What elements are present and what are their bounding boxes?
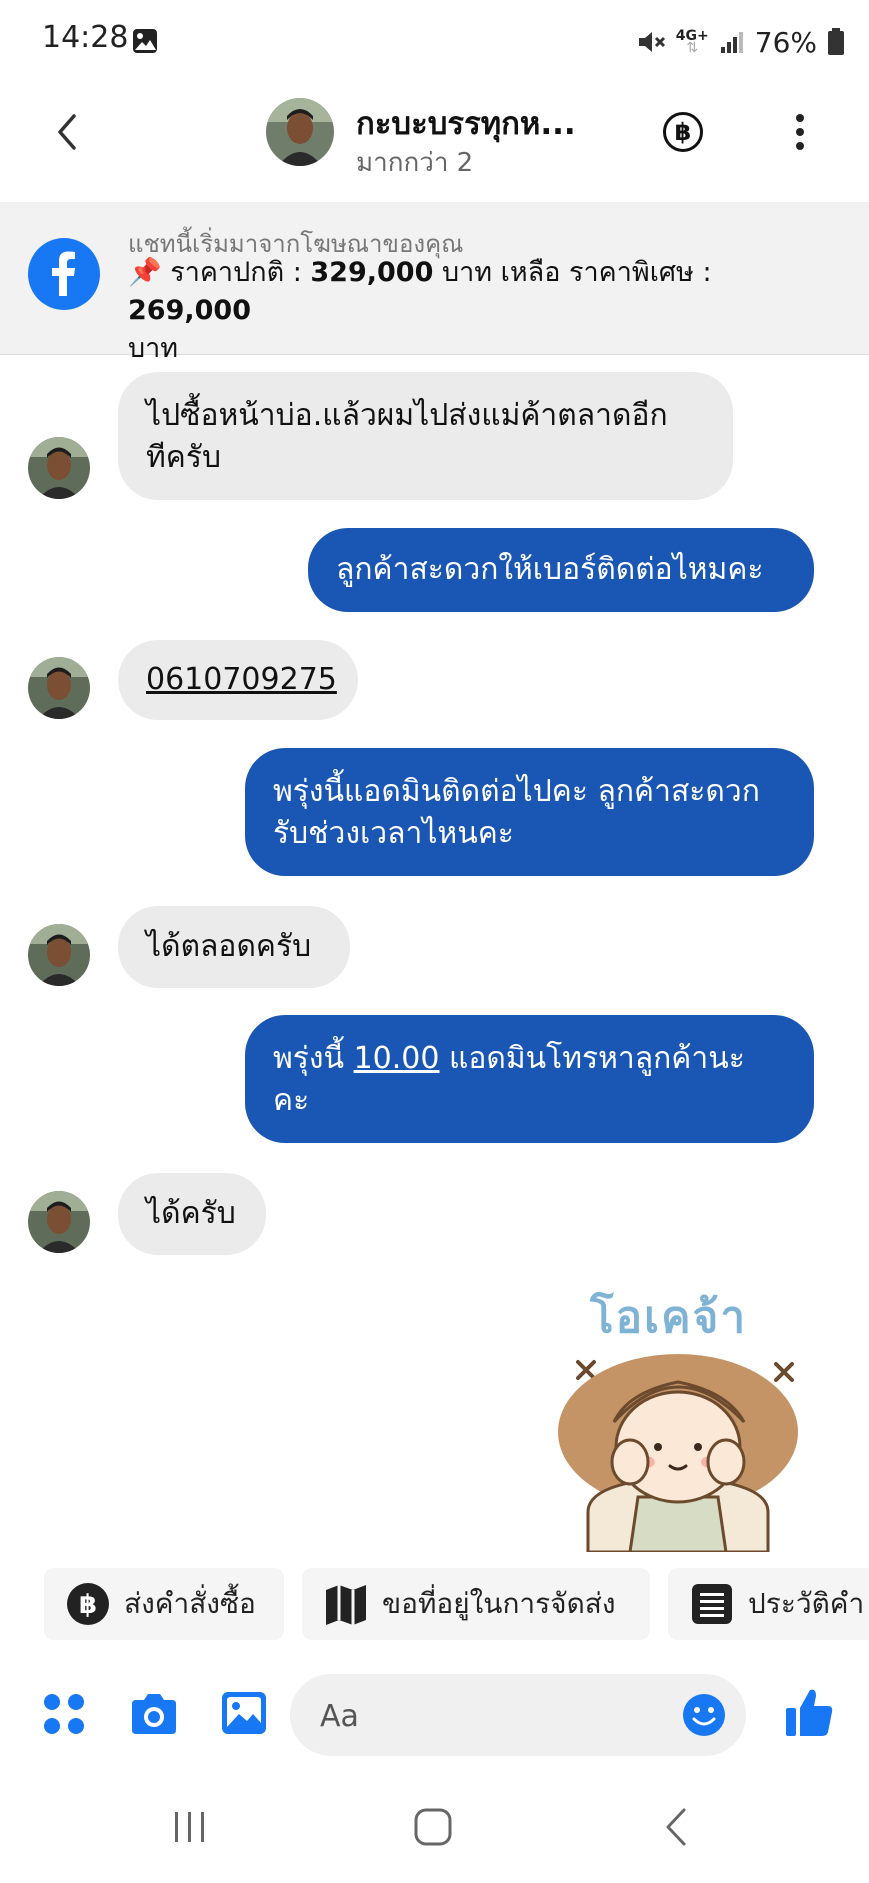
network-indicator: 4G+ ⇅ — [676, 29, 709, 56]
phone-link[interactable]: 0610709275 — [146, 662, 337, 697]
baht-circle-icon: ฿ — [67, 1583, 109, 1625]
message-text: คะ — [273, 1083, 310, 1118]
svg-text:฿: ฿ — [79, 1590, 97, 1620]
ad-text: 📌 ราคาปกติ : 329,000 บาท เหลือ ราคาพิเศษ… — [128, 254, 828, 368]
nav-back-icon[interactable] — [660, 1806, 692, 1848]
ad-text-part2: บาท เหลือ ราคาพิเศษ : — [433, 257, 712, 288]
message-text: รับช่วงเวลาไหนคะ — [273, 816, 514, 851]
message-text: ทีครับ — [146, 440, 221, 475]
recent-apps-icon[interactable] — [170, 1808, 210, 1846]
camera-icon[interactable] — [128, 1690, 180, 1738]
battery-icon — [828, 28, 844, 55]
facebook-icon — [28, 238, 100, 310]
chat-title[interactable]: กะบะบรรทุกห... — [356, 98, 576, 148]
back-icon[interactable] — [50, 110, 84, 154]
quick-reply-send-order[interactable]: ฿ ส่งคำสั่งซื้อ — [44, 1568, 284, 1640]
list-icon — [692, 1584, 732, 1624]
data-arrows-icon: ⇅ — [686, 40, 699, 56]
message-outgoing[interactable]: พรุ่งนี้ 10.00 แอดมินโทรหาลูกค้านะ คะ — [245, 1015, 814, 1143]
message-composer[interactable] — [290, 1674, 746, 1758]
message-text: ได้ครับ — [146, 1196, 236, 1231]
pin-icon: 📌 — [128, 257, 162, 288]
message-text: แอดมินโทรหาลูกค้านะ — [439, 1041, 745, 1076]
battery-percent: 76% — [754, 25, 817, 59]
sticker-message[interactable]: โอเคจ้า — [548, 1282, 808, 1552]
signal-icon — [720, 32, 743, 53]
message-text: พรุ่งนี้แอดมินติดต่อไปคะ ลูกค้าสะดวก — [273, 774, 760, 809]
quick-reply-label: ประวัติคำ — [748, 1587, 865, 1620]
apps-icon[interactable] — [40, 1690, 88, 1738]
status-indicators: 4G+ ⇅ 76% — [636, 20, 845, 64]
price-normal: 329,000 — [310, 257, 434, 288]
contact-avatar[interactable] — [266, 98, 334, 166]
gallery-notification-icon — [133, 29, 157, 53]
message-text: พรุ่งนี้ — [273, 1041, 354, 1076]
ad-text-part1: ราคาปกติ : — [161, 257, 311, 288]
sticker-girl-icon — [558, 1354, 798, 1552]
ad-origin-banner[interactable]: แชทนี้เริ่มมาจากโฆษณาของคุณ 📌 ราคาปกติ :… — [0, 202, 869, 364]
message-outgoing[interactable]: พรุ่งนี้แอดมินติดต่อไปคะ ลูกค้าสะดวก รับ… — [245, 748, 814, 876]
gallery-icon[interactable] — [220, 1690, 268, 1736]
home-icon[interactable] — [412, 1806, 454, 1848]
message-incoming[interactable]: 0610709275 — [118, 640, 358, 720]
message-incoming[interactable]: ได้ครับ — [118, 1173, 266, 1255]
quick-reply-label: ส่งคำสั่งซื้อ — [124, 1587, 256, 1620]
status-time: 14:28 — [42, 20, 129, 55]
message-outgoing[interactable]: ลูกค้าสะดวกให้เบอร์ติดต่อไหมคะ — [308, 528, 814, 612]
quick-reply-label: ขอที่อยู่ในการจัดส่ง — [382, 1587, 616, 1620]
message-input[interactable] — [318, 1674, 662, 1758]
sender-avatar[interactable] — [28, 1191, 90, 1253]
message-incoming[interactable]: ไปซื้อหน้าบ่อ.แล้วผมไปส่งแม่ค้าตลาดอีก ท… — [118, 372, 733, 500]
time-link[interactable]: 10.00 — [354, 1041, 440, 1076]
quick-reply-history[interactable]: ประวัติคำ — [668, 1568, 869, 1640]
quick-reply-request-address[interactable]: ขอที่อยู่ในการจัดส่ง — [302, 1568, 650, 1640]
message-text: ลูกค้าสะดวกให้เบอร์ติดต่อไหมคะ — [336, 552, 764, 587]
payment-button[interactable]: ฿ — [663, 112, 703, 152]
sender-avatar[interactable] — [28, 924, 90, 986]
message-incoming[interactable]: ได้ตลอดครับ — [118, 906, 350, 988]
more-vertical-icon[interactable] — [790, 110, 810, 154]
message-text: ได้ตลอดครับ — [146, 929, 312, 964]
chat-subtitle: มากกว่า 2 — [356, 148, 474, 178]
map-icon — [326, 1585, 366, 1625]
mute-icon — [638, 32, 665, 52]
thumbs-up-icon[interactable] — [784, 1686, 834, 1738]
sender-avatar[interactable] — [28, 437, 90, 499]
price-special: 269,000 — [128, 295, 251, 326]
message-text: ไปซื้อหน้าบ่อ.แล้วผมไปส่งแม่ค้าตลาดอีก — [146, 398, 668, 433]
emoji-icon[interactable] — [682, 1693, 726, 1737]
ad-text-part3: บาท — [128, 333, 179, 364]
sender-avatar[interactable] — [28, 657, 90, 719]
baht-icon: ฿ — [674, 118, 692, 146]
